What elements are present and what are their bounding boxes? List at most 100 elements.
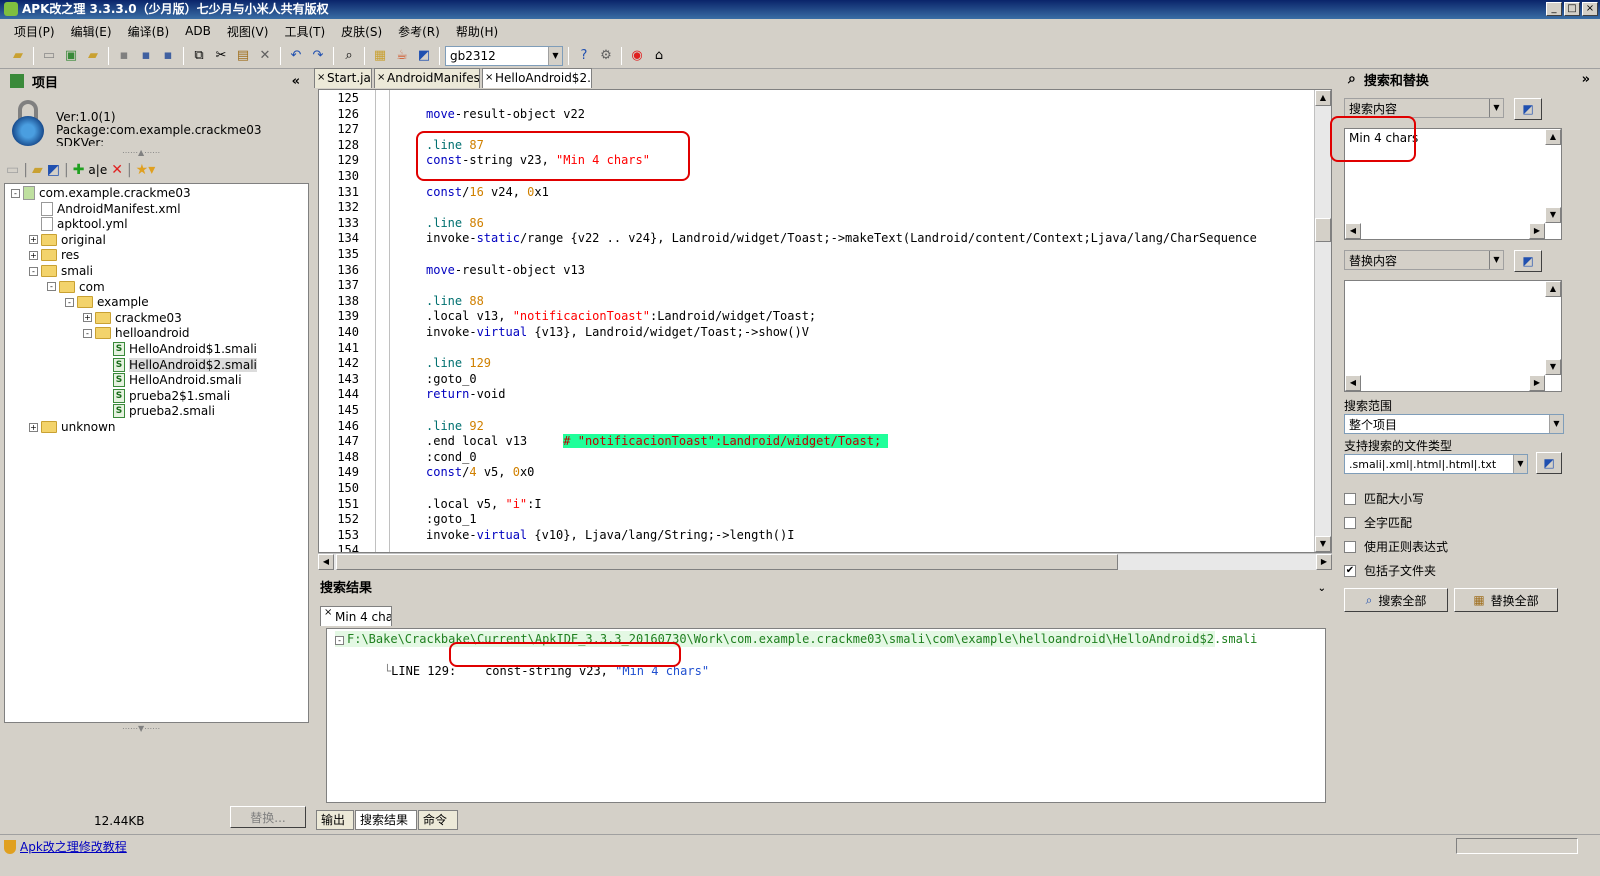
whole-word-checkbox[interactable]: 全字匹配 (1344, 514, 1412, 531)
include-subfolders-checkbox[interactable]: ✔ 包括子文件夹 (1344, 562, 1436, 579)
scroll-thumb[interactable] (1315, 218, 1331, 242)
open-project-icon[interactable]: ▰ (83, 46, 103, 66)
scroll-left-icon[interactable]: ◀ (1345, 223, 1361, 239)
tree-item[interactable]: S HelloAndroid$2.smali (101, 357, 257, 373)
tree-item[interactable]: - com.example.crackme03 (11, 185, 191, 201)
new-project-icon[interactable]: ▭ (39, 46, 59, 66)
replace-button[interactable]: 替换... (230, 806, 306, 828)
paste-icon[interactable]: ▤ (233, 46, 253, 66)
scroll-up-icon[interactable]: ▲ (1545, 129, 1561, 145)
tree-item[interactable]: + original (29, 232, 106, 248)
java-icon[interactable]: ☕ (392, 46, 412, 66)
weibo-icon[interactable]: ◉ (627, 46, 647, 66)
expand-icon[interactable]: + (83, 313, 92, 323)
tree-item[interactable]: + res (29, 247, 79, 263)
settings-icon[interactable]: ⚙ (596, 46, 616, 66)
results-tab[interactable]: × Min 4 chars (320, 606, 392, 626)
folder-image-icon[interactable]: ▰ (32, 162, 43, 178)
tree-item[interactable]: Sprueba2$1.smali (101, 388, 230, 404)
save-as-icon[interactable]: ▪ (136, 46, 156, 66)
undo-icon[interactable]: ↶ (286, 46, 306, 66)
scroll-down-icon[interactable]: ▼ (1315, 536, 1331, 552)
menu-build[interactable]: 编译(B) (120, 23, 178, 40)
tab-search-results[interactable]: 搜索结果 (355, 810, 417, 830)
scroll-left-icon[interactable]: ◀ (1345, 375, 1361, 391)
remove-icon[interactable]: ✕ (111, 162, 123, 178)
save-icon[interactable]: ▪ (114, 46, 134, 66)
h-scroll-thumb[interactable] (336, 554, 1118, 570)
collapse-icon[interactable]: - (29, 266, 38, 276)
search-history-select[interactable]: 搜索内容 ▼ (1344, 98, 1504, 118)
cut-icon[interactable]: ✂ (211, 46, 231, 66)
project-green-icon[interactable]: ▣ (61, 46, 81, 66)
rename-icon[interactable]: a|e (88, 163, 107, 177)
match-case-checkbox[interactable]: 匹配大小写 (1344, 490, 1424, 507)
tree-item[interactable]: - smali (29, 263, 93, 279)
tree-item[interactable]: Sprueba2.smali (101, 403, 215, 419)
close-tab-icon[interactable]: × (485, 69, 493, 87)
scroll-up-icon[interactable]: ▲ (1315, 90, 1331, 106)
search-all-button[interactable]: ⌕ 搜索全部 (1344, 588, 1448, 612)
tutorial-link[interactable]: Apk改之理修改教程 (20, 838, 127, 855)
favorite-icon[interactable]: ★▾ (136, 162, 156, 178)
menu-help[interactable]: 帮助(H) (448, 23, 506, 40)
expand-icon[interactable]: + (29, 250, 38, 260)
replace-history-select[interactable]: 替换内容 ▼ (1344, 250, 1504, 270)
editor-vertical-scrollbar[interactable]: ▲ ▼ (1314, 90, 1331, 552)
menu-reference[interactable]: 参考(R) (390, 23, 448, 40)
tree-item[interactable]: - com (47, 279, 105, 295)
regex-checkbox[interactable]: 使用正则表达式 (1344, 538, 1448, 555)
add-icon[interactable]: ✚ (73, 162, 85, 178)
tree-item[interactable]: - helloandroid (83, 325, 190, 341)
collapse-panel-icon[interactable]: « (292, 74, 300, 89)
file-types-button[interactable]: ◩ (1536, 452, 1562, 474)
scroll-up-icon[interactable]: ▲ (1545, 281, 1561, 297)
scroll-left-icon[interactable]: ◀ (318, 554, 334, 570)
close-tab-icon[interactable]: × (377, 69, 385, 87)
menu-view[interactable]: 视图(V) (219, 23, 277, 40)
tab-command[interactable]: 命令 (418, 810, 458, 830)
delete-icon[interactable]: ✕ (255, 46, 275, 66)
save-all-icon[interactable]: ▪ (158, 46, 178, 66)
scroll-right-icon[interactable]: ▶ (1529, 375, 1545, 391)
editor-horizontal-scrollbar[interactable]: ◀ ▶ (318, 553, 1332, 570)
compile-icon[interactable]: ▦ (370, 46, 390, 66)
panel-splitter-bottom[interactable]: ⋯⋯▼⋯⋯ (122, 724, 160, 733)
scroll-down-icon[interactable]: ▼ (1545, 207, 1561, 223)
close-button[interactable]: × (1582, 2, 1598, 16)
menu-project[interactable]: 项目(P) (6, 23, 63, 40)
menu-adb[interactable]: ADB (177, 24, 219, 38)
tree-item[interactable]: S HelloAndroid$1.smali (101, 341, 257, 357)
close-tab-icon[interactable]: × (324, 607, 332, 623)
collapse-icon[interactable]: - (335, 636, 344, 645)
expand-icon[interactable]: + (29, 422, 38, 432)
collapse-icon[interactable]: - (83, 328, 92, 338)
close-tab-icon[interactable]: × (317, 69, 325, 87)
collapse-search-panel-icon[interactable]: » (1582, 72, 1590, 87)
menu-tools[interactable]: 工具(T) (276, 23, 333, 40)
tab-android-manifest[interactable]: × AndroidManifest.xml (374, 68, 480, 88)
help-icon[interactable]: ? (574, 46, 594, 66)
replace-all-button[interactable]: ▦ 替换全部 (1454, 588, 1558, 612)
tab-helloandroid2-smali[interactable]: × HelloAndroid$2.smali (482, 68, 592, 88)
redo-icon[interactable]: ↷ (308, 46, 328, 66)
menu-skin[interactable]: 皮肤(S) (333, 23, 390, 40)
tab-start-java[interactable]: × Start.java (314, 68, 372, 88)
home-icon[interactable]: ⌂ (649, 46, 669, 66)
scroll-down-icon[interactable]: ▼ (1545, 359, 1561, 375)
collapse-results-icon[interactable]: ⌄ (1318, 578, 1326, 600)
copy-icon[interactable]: ⧉ (189, 46, 209, 66)
tree-item[interactable]: + unknown (29, 419, 116, 435)
menu-edit[interactable]: 编辑(E) (63, 23, 120, 40)
tree-item[interactable]: + crackme03 (83, 310, 182, 326)
replace-input[interactable]: ▲ ▼ ◀ ▶ (1344, 280, 1562, 392)
tree-item[interactable]: AndroidManifest.xml (29, 201, 181, 217)
sign-icon[interactable]: ◩ (414, 46, 434, 66)
replace-options-button[interactable]: ◩ (1514, 250, 1542, 272)
tab-output[interactable]: 输出 (316, 810, 354, 830)
panel-splitter[interactable]: ⋯⋯▲⋯⋯ (122, 148, 160, 157)
find-icon[interactable]: ⌕ (339, 46, 359, 66)
expand-icon[interactable]: + (29, 235, 38, 245)
tree-item[interactable]: S HelloAndroid.smali (101, 372, 242, 388)
collapse-icon[interactable]: - (65, 297, 74, 307)
